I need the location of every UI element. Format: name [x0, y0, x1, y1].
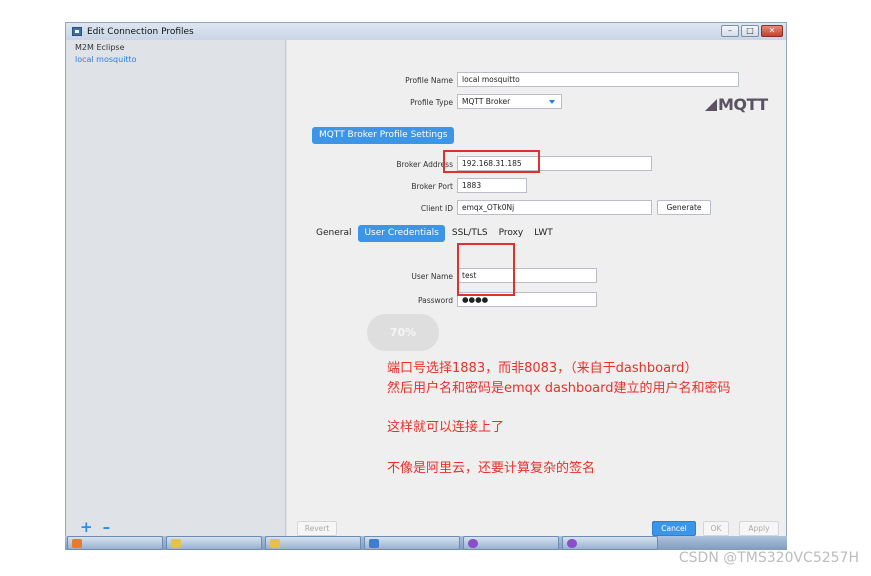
screenshot-stage: Edit Connection Profiles – □ ✕ M2M Eclip…: [0, 0, 871, 576]
broker-address-label: Broker Address: [396, 160, 453, 169]
annotation-line: 端口号选择1883，而非8083，（来自于dashboard）: [387, 361, 698, 376]
progress-indicator: 70%: [367, 314, 439, 351]
tab-user-credentials[interactable]: User Credentials: [358, 225, 445, 242]
broker-port-field[interactable]: 1883: [457, 178, 527, 193]
profile-item-m2m-eclipse[interactable]: M2M Eclipse: [66, 40, 285, 52]
remove-profile-icon[interactable]: –: [103, 520, 111, 535]
app-icon: [369, 538, 379, 548]
annotation-line: 不像是阿里云，还要计算复杂的签名: [387, 461, 596, 476]
broker-port-label: Broker Port: [411, 182, 453, 191]
profile-type-value: MQTT Broker: [462, 97, 511, 106]
add-profile-icon[interactable]: +: [80, 520, 93, 535]
tab-proxy[interactable]: Proxy: [495, 225, 528, 242]
taskbar: [65, 536, 787, 550]
password-label: Password: [417, 296, 453, 305]
profile-type-label: Profile Type: [410, 98, 453, 107]
taskbar-item[interactable]: [463, 536, 559, 550]
profile-type-select[interactable]: MQTT Broker: [457, 94, 562, 109]
app-icon: [72, 27, 82, 36]
profile-actions: + –: [80, 520, 111, 535]
annotation-line: 这样就可以连接上了: [387, 420, 505, 435]
taskbar-item[interactable]: [562, 536, 658, 550]
taskbar-item[interactable]: [67, 536, 163, 550]
cancel-button[interactable]: Cancel: [652, 521, 696, 536]
broker-port-highlight-box: [443, 150, 540, 173]
taskbar-item[interactable]: [364, 536, 460, 550]
tab-general[interactable]: General: [312, 225, 355, 242]
csdn-watermark: CSDN @TMS320VC5257H: [678, 550, 859, 566]
browser-icon: [72, 538, 82, 548]
mqtt-logo: MQTT: [705, 95, 768, 114]
tab-lwt[interactable]: LWT: [530, 225, 557, 242]
mqtt-logo-mark-icon: [705, 99, 717, 111]
close-button[interactable]: ✕: [761, 25, 783, 37]
mqtt-logo-text: MQTT: [718, 95, 768, 114]
title-bar: Edit Connection Profiles – □ ✕: [66, 23, 786, 40]
app-icon: [567, 538, 577, 548]
profile-name-field[interactable]: local mosquitto: [457, 72, 739, 87]
window-controls: – □ ✕: [721, 25, 783, 37]
window-title: Edit Connection Profiles: [87, 26, 194, 37]
taskbar-item[interactable]: [265, 536, 361, 550]
profile-name-label: Profile Name: [405, 76, 453, 85]
folder-icon: [270, 538, 280, 548]
client-id-label: Client ID: [420, 204, 453, 213]
minimize-button[interactable]: –: [721, 25, 739, 37]
revert-button[interactable]: Revert: [297, 521, 337, 536]
taskbar-item[interactable]: [166, 536, 262, 550]
folder-icon: [171, 538, 181, 548]
client-id-field[interactable]: emqx_OTk0Nj: [457, 200, 652, 215]
chevron-down-icon: [549, 100, 555, 104]
ok-button[interactable]: OK: [703, 521, 729, 536]
maximize-button[interactable]: □: [741, 25, 759, 37]
profile-item-local-mosquitto[interactable]: local mosquitto: [66, 52, 285, 64]
annotation-line: 然后用户名和密码是emqx dashboard建立的用户名和密码: [387, 381, 731, 396]
settings-tabs: General User Credentials SSL/TLS Proxy L…: [312, 225, 560, 242]
mqtt-broker-profile-settings-button[interactable]: MQTT Broker Profile Settings: [312, 127, 455, 144]
tab-ssl-tls[interactable]: SSL/TLS: [448, 225, 492, 242]
user-name-label: User Name: [411, 272, 453, 281]
credentials-highlight-box: [457, 243, 515, 296]
apply-button[interactable]: Apply: [739, 521, 779, 536]
profile-list: M2M Eclipse local mosquitto + –: [66, 40, 286, 543]
generate-button[interactable]: Generate: [657, 200, 711, 215]
app-icon: [468, 538, 478, 548]
